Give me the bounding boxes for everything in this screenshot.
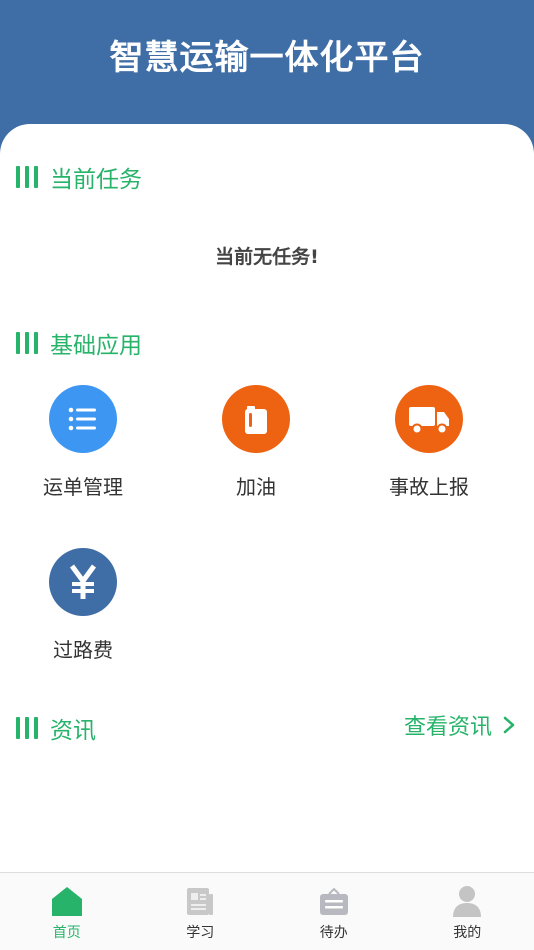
tab-home[interactable]: 首页 xyxy=(0,873,134,950)
app-waybill-management[interactable]: 运单管理 xyxy=(13,385,153,500)
tab-label: 学习 xyxy=(186,925,215,941)
app-label: 事故上报 xyxy=(389,475,469,499)
section-bars-icon xyxy=(16,166,38,188)
section-bars-icon xyxy=(16,717,38,739)
current-task-title: 当前任务 xyxy=(50,167,142,193)
news-header: 资讯 xyxy=(16,713,96,744)
view-news-label: 查看资讯 xyxy=(403,715,492,740)
app-toll-fee[interactable]: 过路费 xyxy=(13,548,153,663)
inbox-icon xyxy=(316,883,352,919)
app-label: 过路费 xyxy=(53,638,113,662)
basic-apps-title: 基础应用 xyxy=(50,333,142,359)
app-label: 加油 xyxy=(236,475,276,499)
user-icon xyxy=(449,883,485,919)
app-title: 智慧运输一体化平台 xyxy=(109,38,425,78)
chevron-right-icon xyxy=(503,716,515,734)
home-icon xyxy=(49,883,85,919)
tab-todo[interactable]: 待办 xyxy=(267,873,401,950)
tab-mine[interactable]: 我的 xyxy=(401,873,534,950)
tab-label: 首页 xyxy=(52,925,81,941)
list-icon xyxy=(49,385,117,453)
main-card: 当前任务 当前无任务! 基础应用 运单管理 加油 事故上报 过路费 资讯 查看资… xyxy=(0,124,534,950)
view-news-link[interactable]: 查看资讯 xyxy=(404,709,516,741)
bottom-tab-bar: 首页 学习 待办 我的 xyxy=(0,872,534,950)
app-label: 运单管理 xyxy=(43,475,123,499)
newspaper-icon xyxy=(182,883,218,919)
fuel-can-icon xyxy=(222,385,290,453)
tab-label: 待办 xyxy=(319,925,348,941)
current-task-header: 当前任务 xyxy=(16,162,142,193)
truck-icon xyxy=(395,385,463,453)
tab-study[interactable]: 学习 xyxy=(134,873,268,950)
app-refuel[interactable]: 加油 xyxy=(186,385,326,500)
app-accident-report[interactable]: 事故上报 xyxy=(359,385,499,500)
empty-task-message: 当前无任务! xyxy=(215,246,319,268)
yen-icon xyxy=(49,548,117,616)
section-bars-icon xyxy=(16,332,38,354)
tab-label: 我的 xyxy=(453,925,482,941)
basic-apps-header: 基础应用 xyxy=(16,328,142,359)
news-title: 资讯 xyxy=(50,718,96,744)
